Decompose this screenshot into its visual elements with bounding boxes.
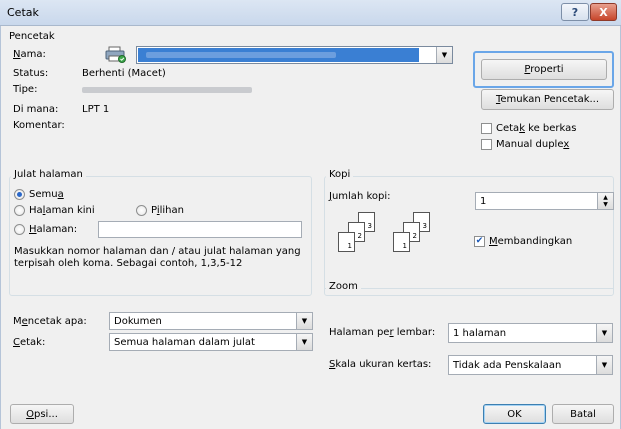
range-selection-label: Pilihan [151, 205, 184, 216]
printer-name-redacted [146, 52, 336, 58]
print-to-file-option[interactable]: Cetak ke berkas [481, 123, 577, 134]
scale-select[interactable]: Tidak ada Penskalaan ▼ [448, 355, 613, 375]
manual-duplex-label: Manual duplex [496, 139, 570, 150]
printer-icon [105, 45, 127, 63]
title-bar: Cetak ? X [0, 0, 621, 26]
scale-label: Skala ukuran kertas: [329, 359, 432, 370]
copies-count-value: 1 [480, 196, 487, 207]
print-what-value: Dokumen [114, 315, 162, 327]
copies-group-label: Kopi [326, 169, 354, 180]
where-value: LPT 1 [82, 104, 110, 115]
window-title: Cetak [7, 6, 39, 19]
chevron-down-icon[interactable]: ▼ [296, 334, 312, 350]
status-label: Status: [13, 68, 49, 79]
properties-button[interactable]: Properti [481, 59, 607, 80]
range-all-option[interactable]: Semua [14, 189, 64, 200]
print-what-select[interactable]: Dokumen ▼ [109, 312, 313, 330]
chevron-down-icon[interactable]: ▼ [596, 356, 612, 374]
zoom-group-label: Zoom [326, 281, 361, 292]
status-value: Berhenti (Macet) [82, 68, 166, 79]
help-button[interactable]: ? [561, 3, 589, 21]
pages-per-sheet-select[interactable]: 1 halaman ▼ [448, 323, 613, 343]
collate-sheet-number: 1 [402, 242, 407, 250]
collate-sheet-number: 1 [347, 242, 352, 250]
close-button[interactable]: X [590, 3, 617, 21]
manual-duplex-option[interactable]: Manual duplex [481, 139, 569, 150]
range-pages-option[interactable]: Halaman: [14, 224, 77, 235]
range-current-radio[interactable] [14, 205, 25, 216]
print-label: Cetak: [13, 337, 46, 348]
ok-button[interactable]: OK [483, 404, 546, 424]
cancel-button[interactable]: Batal [552, 404, 614, 424]
range-current-option[interactable]: Halaman kini [14, 205, 95, 216]
dialog-body: Pencetak Nama: ▼ Status: Berhenti (Macet… [0, 26, 621, 429]
printer-name-highlight [138, 48, 419, 62]
page-range-group-label: Julat halaman [11, 169, 86, 180]
collate-label: Membandingkan [489, 236, 573, 247]
print-what-label: Mencetak apa: [13, 316, 87, 327]
range-all-radio[interactable] [14, 189, 25, 200]
chevron-down-icon[interactable]: ▼ [436, 47, 452, 63]
collate-illustration-b: 3 2 1 [391, 212, 439, 256]
printer-name-select[interactable]: ▼ [136, 46, 453, 64]
scale-value: Tidak ada Penskalaan [453, 359, 562, 371]
chevron-down-icon[interactable]: ▼ [296, 313, 312, 329]
collate-sheet: 1 [338, 232, 355, 252]
collate-sheet-number: 2 [357, 232, 362, 240]
range-current-label: Halaman kini [29, 205, 95, 216]
chevron-down-icon[interactable]: ▼ [596, 324, 612, 342]
collate-illustration-a: 3 2 1 [336, 212, 384, 256]
print-to-file-label: Cetak ke berkas [496, 123, 577, 134]
print-to-file-checkbox[interactable] [481, 123, 492, 134]
print-value: Semua halaman dalam julat [114, 336, 255, 348]
printer-name-label: Nama: [13, 49, 46, 60]
range-selection-option[interactable]: Pilihan [136, 205, 184, 216]
manual-duplex-checkbox[interactable] [481, 139, 492, 150]
comment-label: Komentar: [13, 120, 65, 131]
copies-count-spinner[interactable]: 1 ▲ ▼ [475, 192, 614, 210]
collate-sheet: 1 [393, 232, 410, 252]
type-value-redacted [82, 87, 252, 93]
range-selection-radio[interactable] [136, 205, 147, 216]
page-range-hint: Masukkan nomor halaman dan / atau julat … [14, 246, 301, 269]
options-button[interactable]: Opsi... [10, 404, 74, 424]
copies-count-label: Jumlah kopi: [329, 191, 391, 202]
collate-checkbox[interactable]: ✔ [474, 236, 485, 247]
pages-input[interactable] [98, 221, 302, 238]
range-pages-label: Halaman: [29, 224, 78, 235]
collate-option[interactable]: ✔ Membandingkan [474, 236, 572, 247]
collate-sheet-number: 3 [422, 222, 427, 230]
zoom-group-divider [324, 288, 614, 289]
print-select[interactable]: Semua halaman dalam julat ▼ [109, 333, 313, 351]
range-pages-radio[interactable] [14, 224, 25, 235]
find-printer-button[interactable]: Temukan Pencetak... [481, 89, 614, 110]
printer-group-label: Pencetak [9, 31, 55, 42]
pages-per-sheet-label: Halaman per lembar: [329, 327, 436, 338]
range-all-label: Semua [29, 189, 64, 200]
where-label: Di mana: [13, 104, 59, 115]
spinner-arrows-icon[interactable]: ▲ ▼ [597, 193, 613, 209]
collate-sheet-number: 3 [367, 222, 372, 230]
pages-per-sheet-value: 1 halaman [453, 327, 507, 339]
collate-sheet-number: 2 [412, 232, 417, 240]
type-label: Tipe: [13, 84, 38, 95]
